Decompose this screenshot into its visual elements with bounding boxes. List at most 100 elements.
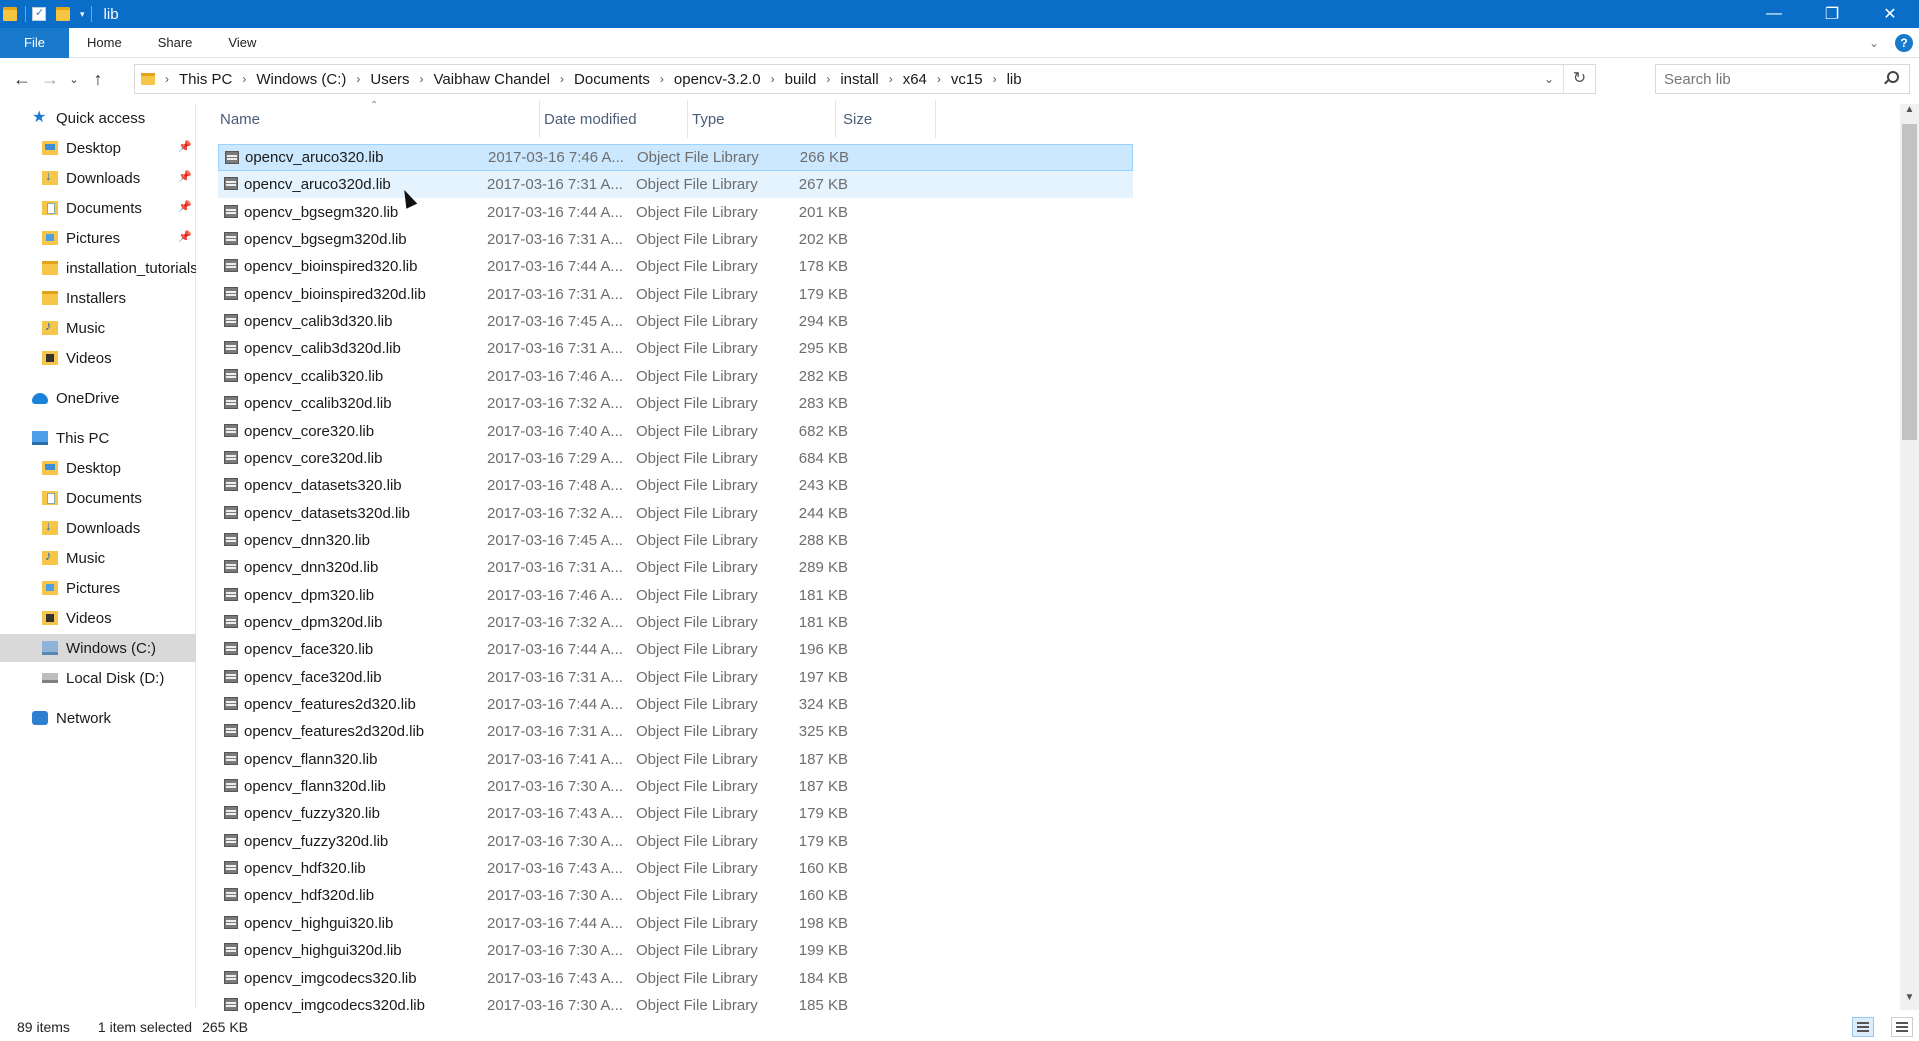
file-row[interactable]: opencv_datasets320d.lib 2017-03-16 7:32 A… [218,500,1133,527]
breadcrumb-chevron-icon[interactable]: › [356,72,360,86]
column-header-type[interactable]: Type [688,100,836,138]
nav-item-onedrive[interactable]: OneDrive [0,384,196,412]
large-icons-view-icon[interactable] [1891,1017,1913,1037]
scroll-up-arrow-icon[interactable]: ▲ [1900,104,1919,122]
search-input[interactable] [1664,70,1879,88]
up-arrow-icon[interactable]: ↑ [84,69,112,90]
refresh-icon[interactable]: ↻ [1563,65,1595,93]
file-row[interactable]: opencv_dpm320.lib 2017-03-16 7:46 A... Obj… [218,582,1133,609]
file-row[interactable]: opencv_ccalib320.lib 2017-03-16 7:46 A...… [218,363,1133,390]
breadcrumb-item[interactable]: Windows (C:) [256,71,346,88]
search-icon[interactable] [1883,71,1899,85]
file-row[interactable]: opencv_flann320d.lib 2017-03-16 7:30 A...… [218,773,1133,800]
file-row[interactable]: opencv_bioinspired320.lib 2017-03-16 7:44… [218,253,1133,280]
nav-item-installers[interactable]: Installers [0,284,196,312]
minimize-button[interactable]: — [1745,0,1803,28]
nav-item-pc-desktop[interactable]: Desktop [0,454,196,482]
nav-item-documents[interactable]: Documents 📌 [0,194,196,222]
file-row[interactable]: opencv_datasets320.lib 2017-03-16 7:48 A.… [218,472,1133,499]
file-row[interactable]: opencv_face320.lib 2017-03-16 7:44 A... Ob… [218,636,1133,663]
breadcrumb-chevron-icon[interactable]: › [826,72,830,86]
breadcrumb-item[interactable]: Documents [574,71,650,88]
file-row[interactable]: opencv_highgui320d.lib 2017-03-16 7:30 A.… [218,937,1133,964]
file-row[interactable]: opencv_aruco320.lib 2017-03-16 7:46 A... O… [218,144,1133,171]
breadcrumb-chevron-icon[interactable]: › [165,72,169,86]
nav-item-this-pc[interactable]: This PC [0,424,196,452]
file-row[interactable]: opencv_hdf320.lib 2017-03-16 7:43 A... Obj… [218,855,1133,882]
close-button[interactable]: ✕ [1861,0,1919,28]
tab-share[interactable]: Share [140,28,211,58]
column-header-size[interactable]: Size [836,100,936,138]
nav-item-network[interactable]: Network [0,704,196,732]
nav-item-videos[interactable]: Videos [0,344,196,372]
file-row[interactable]: opencv_ccalib320d.lib 2017-03-16 7:32 A..… [218,390,1133,417]
nav-item-downloads[interactable]: Downloads 📌 [0,164,196,192]
tab-file[interactable]: File [0,27,69,58]
breadcrumb-item[interactable]: vc15 [951,71,983,88]
file-row[interactable]: opencv_bioinspired320d.lib 2017-03-16 7:3… [218,281,1133,308]
breadcrumb-chevron-icon[interactable]: › [993,72,997,86]
breadcrumb-item-current[interactable]: lib [1007,71,1022,88]
breadcrumb-item[interactable]: build [785,71,817,88]
file-row[interactable]: opencv_calib3d320.lib 2017-03-16 7:45 A..… [218,308,1133,335]
nav-item-pc-pictures[interactable]: Pictures [0,574,196,602]
address-bar[interactable]: › This PC › Windows (C:) › Users › Vaibh… [134,64,1596,94]
file-row[interactable]: opencv_flann320.lib 2017-03-16 7:41 A... O… [218,746,1133,773]
breadcrumb-item[interactable]: This PC [179,71,232,88]
expand-ribbon-icon[interactable]: ⌄ [1869,36,1879,50]
vertical-scrollbar[interactable]: ▲ ▼ [1900,104,1919,1010]
address-history-chevron-icon[interactable]: ⌄ [1535,72,1563,86]
breadcrumb-item[interactable]: opencv-3.2.0 [674,71,761,88]
breadcrumb-chevron-icon[interactable]: › [242,72,246,86]
maximize-button[interactable]: ❐ [1803,0,1861,28]
file-row[interactable]: opencv_core320.lib 2017-03-16 7:40 A... Ob… [218,418,1133,445]
tab-view[interactable]: View [210,28,274,58]
breadcrumb-chevron-icon[interactable]: › [660,72,664,86]
file-row[interactable]: opencv_dnn320.lib 2017-03-16 7:45 A... Obj… [218,527,1133,554]
file-row[interactable]: opencv_fuzzy320.lib 2017-03-16 7:43 A... O… [218,800,1133,827]
column-header-date[interactable]: Date modified [540,100,688,138]
file-row[interactable]: opencv_fuzzy320d.lib 2017-03-16 7:30 A...… [218,828,1133,855]
properties-icon[interactable] [32,6,46,21]
breadcrumb-chevron-icon[interactable]: › [420,72,424,86]
breadcrumb-item[interactable]: Vaibhaw Chandel [434,71,550,88]
nav-item-pc-videos[interactable]: Videos [0,604,196,632]
nav-item-windows-c[interactable]: Windows (C:) [0,634,196,662]
nav-item-music[interactable]: Music [0,314,196,342]
scrollbar-thumb[interactable] [1902,124,1917,440]
file-row[interactable]: opencv_bgsegm320d.lib 2017-03-16 7:31 A..… [218,226,1133,253]
customize-toolbar-icon[interactable]: ▾ [80,9,85,20]
scroll-down-arrow-icon[interactable]: ▼ [1900,992,1919,1010]
nav-item-desktop[interactable]: Desktop 📌 [0,134,196,162]
file-row[interactable]: opencv_features2d320d.lib 2017-03-16 7:31… [218,718,1133,745]
file-row[interactable]: opencv_bgsegm320.lib 2017-03-16 7:44 A...… [218,199,1133,226]
nav-item-pc-music[interactable]: Music [0,544,196,572]
breadcrumb-chevron-icon[interactable]: › [771,72,775,86]
help-icon[interactable]: ? [1895,34,1913,52]
breadcrumb-item[interactable]: x64 [903,71,927,88]
recent-locations-chevron-icon[interactable]: ⌄ [64,73,84,86]
file-row[interactable]: opencv_core320d.lib 2017-03-16 7:29 A... O… [218,445,1133,472]
nav-item-pc-downloads[interactable]: Downloads [0,514,196,542]
nav-item-quick-access[interactable]: ★ Quick access [0,104,196,132]
breadcrumb-chevron-icon[interactable]: › [560,72,564,86]
nav-item-local-disk-d[interactable]: Local Disk (D:) [0,664,196,692]
file-row[interactable]: opencv_dpm320d.lib 2017-03-16 7:32 A... Ob… [218,609,1133,636]
breadcrumb-chevron-icon[interactable]: › [937,72,941,86]
tab-home[interactable]: Home [69,28,140,58]
back-arrow-icon[interactable]: ← [8,69,36,90]
column-header-name[interactable]: Name [196,100,540,138]
file-row[interactable]: opencv_features2d320.lib 2017-03-16 7:44 … [218,691,1133,718]
new-folder-icon[interactable] [56,7,70,21]
breadcrumb-chevron-icon[interactable]: › [889,72,893,86]
file-row[interactable]: opencv_hdf320d.lib 2017-03-16 7:30 A... Ob… [218,882,1133,909]
file-row[interactable]: opencv_imgcodecs320.lib 2017-03-16 7:43 A… [218,965,1133,992]
details-view-icon[interactable] [1852,1017,1874,1037]
file-row[interactable]: opencv_aruco320d.lib 2017-03-16 7:31 A...… [218,171,1133,199]
file-row[interactable]: opencv_dnn320d.lib 2017-03-16 7:31 A... Ob… [218,554,1133,581]
nav-item-pictures[interactable]: Pictures 📌 [0,224,196,252]
nav-item-pc-documents[interactable]: Documents [0,484,196,512]
forward-arrow-icon[interactable]: → [36,69,64,90]
breadcrumb-item[interactable]: install [840,71,878,88]
file-row[interactable]: opencv_face320d.lib 2017-03-16 7:31 A... O… [218,664,1133,691]
